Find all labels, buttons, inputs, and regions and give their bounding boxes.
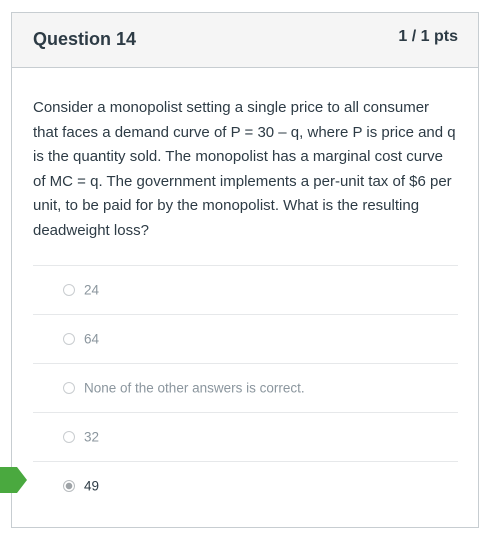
radio-button-selected-icon[interactable]: [63, 480, 75, 492]
answer-label: 49: [84, 478, 100, 494]
question-points: 1 / 1 pts: [398, 28, 458, 45]
answer-option[interactable]: None of the other answers is correct.: [33, 363, 458, 412]
question-header: Question 14 1 / 1 pts: [12, 13, 478, 68]
radio-button-icon[interactable]: [63, 333, 75, 345]
question-title: Question 14: [33, 29, 137, 49]
correct-answer-arrow-icon: [0, 467, 27, 493]
question-text: Consider a monopolist setting a single p…: [33, 99, 456, 239]
correct-answer-arrow-shape: [0, 467, 27, 493]
answer-option-selected[interactable]: 49: [33, 461, 458, 510]
quiz-page: Question 14 1 / 1 pts Consider a monopol…: [0, 0, 495, 540]
radio-button-icon[interactable]: [63, 382, 75, 394]
radio-button-icon[interactable]: [63, 431, 75, 443]
radio-button-icon[interactable]: [63, 284, 75, 296]
answer-option[interactable]: 24: [33, 265, 458, 314]
answer-label: 24: [84, 282, 100, 298]
answer-label: 32: [84, 429, 100, 445]
answer-label: None of the other answers is correct.: [84, 380, 305, 396]
answer-list: 24 64 None of the other answers is corre…: [33, 265, 458, 510]
question-card: Question 14 1 / 1 pts Consider a monopol…: [11, 12, 479, 528]
answer-label: 64: [84, 331, 100, 347]
answer-option[interactable]: 64: [33, 314, 458, 363]
answer-option[interactable]: 32: [33, 412, 458, 461]
